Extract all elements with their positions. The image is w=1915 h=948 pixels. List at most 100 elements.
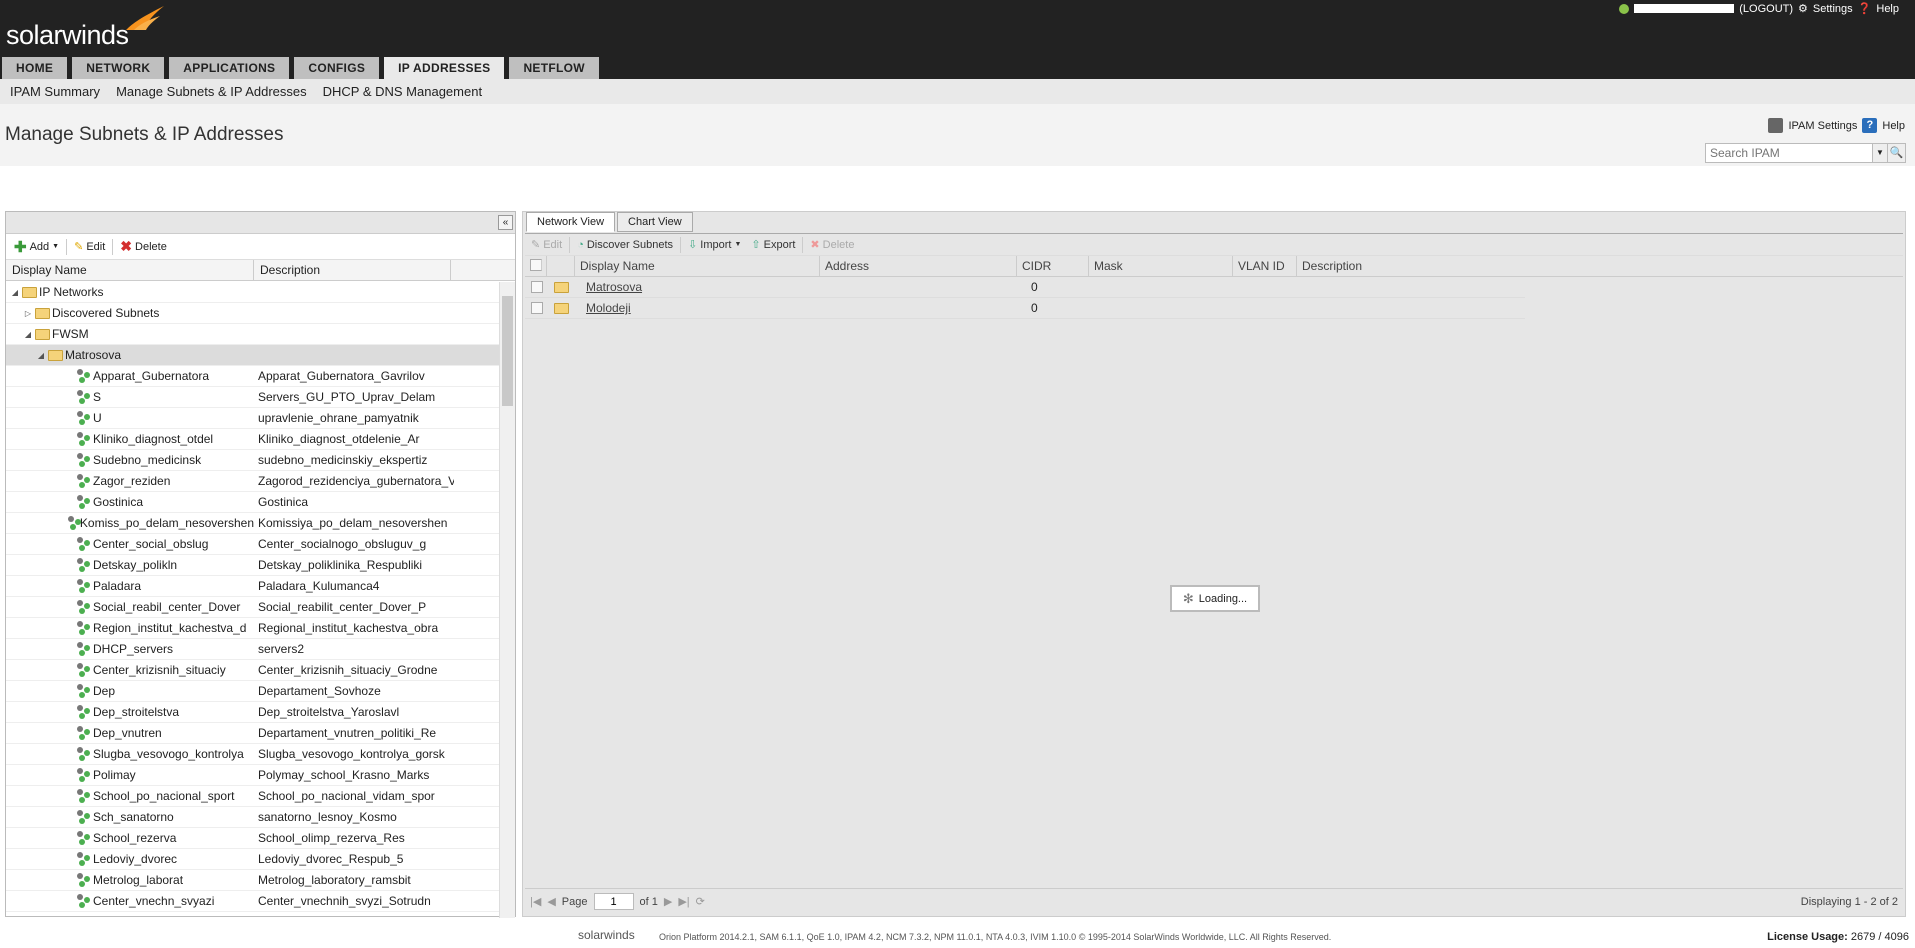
prev-page-icon[interactable]: ◀ (547, 895, 555, 908)
tree-node[interactable]: Komiss_po_delam_nesovershen Komissiya_po_… (6, 513, 501, 534)
pencil-icon: ✎ (74, 241, 84, 253)
row-name-link[interactable]: Molodeji (586, 301, 1031, 315)
tree-node[interactable]: Polimay Polymay_school_Krasno_Marks (6, 765, 501, 786)
tree-node[interactable]: Center_social_obslug Center_socialnogo_ob… (6, 534, 501, 555)
table-row[interactable]: Molodeji 0 (525, 298, 1525, 319)
export-button[interactable]: ⇧ Export (748, 238, 798, 252)
tree-node[interactable]: Sudebno_medicinsk sudebno_medicinskiy_eks… (6, 450, 501, 471)
refresh-icon[interactable]: ⟳ (696, 895, 705, 908)
tree-node[interactable]: Sch_sanatorno sanatorno_lesnoy_Kosmo (6, 807, 501, 828)
add-button[interactable]: ✚ Add ▼ (11, 238, 62, 256)
pencil-icon: ✎ (531, 239, 541, 251)
search-dropdown-icon[interactable]: ▼ (1873, 143, 1888, 163)
tree-node[interactable]: Uupravlenie_ohrane_pamyatnik (6, 408, 501, 429)
logout-link[interactable]: (LOGOUT) (1739, 3, 1793, 15)
table-row[interactable]: Matrosova 0 (525, 277, 1525, 298)
tree-node[interactable]: Metrolog_laborat Metrolog_laboratory_rams… (6, 870, 501, 891)
scrollbar-thumb[interactable] (502, 296, 513, 406)
col-display-name[interactable]: Display Name (6, 260, 254, 280)
delete-button[interactable]: ✖ Delete (117, 238, 170, 255)
page-number-input[interactable] (593, 893, 634, 910)
col-display-name[interactable]: Display Name (575, 256, 820, 276)
tree-node[interactable]: ◢ IP Networks (6, 282, 501, 303)
search-ipam-input[interactable] (1705, 143, 1873, 163)
tree-node[interactable]: Gostinica Gostinica (6, 492, 501, 513)
tree-node-description: Paladara_Kulumanca4 (258, 579, 380, 593)
edit-button[interactable]: ✎ Edit (71, 240, 108, 254)
tree-node-label: Dep_stroitelstva (93, 705, 180, 719)
next-page-icon[interactable]: ▶ (664, 895, 672, 908)
solarwinds-logo[interactable]: solarwinds (6, 20, 129, 51)
tree-node[interactable]: Apparat_Gubernatora Apparat_Gubernatora_G… (6, 366, 501, 387)
tree-node-name-cell: Metrolog_laborat (6, 873, 254, 887)
first-page-icon[interactable]: |◀ (530, 895, 541, 908)
nav-tab-ip-addresses[interactable]: IP ADDRESSES (384, 57, 505, 79)
tree-node[interactable]: Center_krizisnih_situaciy Center_krizisni… (6, 660, 501, 681)
tree-node[interactable]: Social_reabil_center_Dover Social_reabili… (6, 597, 501, 618)
tree-node[interactable]: Dep Departament_Sovhoze (6, 681, 501, 702)
network-view-panel: Network View Chart View ✎ Edit ◔ Discover … (522, 211, 1906, 917)
tree-node[interactable]: School_rezerva School_olimp_rezerva_Res (6, 828, 501, 849)
tree-node[interactable]: Region_institut_kachestva_d Regional_inst… (6, 618, 501, 639)
discover-subnets-button[interactable]: ◔ Discover Subnets (574, 239, 676, 251)
tree-node-label: S (93, 390, 102, 404)
nav-tab-home[interactable]: HOME (2, 57, 68, 79)
subnav-manage-subnets[interactable]: Manage Subnets & IP Addresses (116, 84, 307, 99)
row-checkbox[interactable] (531, 281, 543, 293)
grid-edit-button[interactable]: ✎ Edit (528, 238, 565, 252)
col-description[interactable]: Description (1297, 256, 1507, 276)
nav-tab-applications[interactable]: APPLICATIONS (169, 57, 290, 79)
grid-delete-button[interactable]: ✖ Delete (807, 238, 857, 252)
subnav-ipam-summary[interactable]: IPAM Summary (10, 84, 100, 99)
tab-network-view[interactable]: Network View (526, 212, 616, 232)
collapse-arrow-icon[interactable]: ◢ (23, 330, 33, 339)
row-checkbox[interactable] (531, 302, 543, 314)
search-icon[interactable]: 🔍 (1888, 143, 1906, 163)
select-all-checkbox[interactable] (530, 259, 542, 271)
tree-node-label: Paladara (93, 579, 142, 593)
tree-node[interactable]: School_po_nacional_sport School_po_nacion… (6, 786, 501, 807)
collapse-arrow-icon[interactable]: ◢ (36, 351, 46, 360)
tree-node[interactable]: Slugba_vesovogo_kontrolya Slugba_vesovogo… (6, 744, 501, 765)
collapse-panel-icon[interactable]: « (498, 215, 513, 230)
select-all-cell (525, 256, 547, 276)
folder-icon (554, 302, 569, 314)
tree-node[interactable]: Paladara Paladara_Kulumanca4 (6, 576, 501, 597)
col-vlan-id[interactable]: VLAN ID (1233, 256, 1297, 276)
col-address[interactable]: Address (820, 256, 1017, 276)
tree-node[interactable]: Center_vnechn_svyazi Center_vnechnih_svyz… (6, 891, 501, 912)
collapse-arrow-icon[interactable]: ◢ (10, 288, 20, 297)
ipam-settings-link[interactable]: IPAM Settings (1788, 120, 1857, 132)
nav-tab-configs[interactable]: CONFIGS (294, 57, 380, 79)
col-description[interactable]: Description (254, 260, 451, 280)
tree-node-description: Detskay_poliklinika_Respubliki (258, 558, 423, 572)
col-cidr[interactable]: CIDR (1017, 256, 1089, 276)
tree-node[interactable]: S Servers_GU_PTO_Uprav_Delam (6, 387, 501, 408)
row-name-link[interactable]: Matrosova (586, 280, 1031, 294)
nav-tab-netflow[interactable]: NETFLOW (509, 57, 599, 79)
col-mask[interactable]: Mask (1089, 256, 1233, 276)
tree-node[interactable]: ◢ Matrosova (6, 345, 501, 366)
import-button[interactable]: ⇩ Import ▼ (685, 238, 744, 252)
tab-chart-view[interactable]: Chart View (617, 212, 693, 232)
tree-node[interactable]: Kliniko_diagnost_otdel Kliniko_diagnost_o… (6, 429, 501, 450)
tree-node[interactable]: Zagor_reziden Zagorod_rezidenciya_guberna… (6, 471, 501, 492)
subnav-dhcp-dns[interactable]: DHCP & DNS Management (323, 84, 482, 99)
tree-node[interactable]: ▷ Discovered Subnets (6, 303, 501, 324)
last-page-icon[interactable]: ▶| (678, 895, 689, 908)
tree-node-description: Center_vnechnih_svyzi_Sotrudn (258, 894, 431, 908)
delete-icon: ✖ (120, 238, 133, 254)
tree-scrollbar[interactable] (499, 282, 515, 918)
help-link[interactable]: Help (1876, 3, 1899, 15)
tree-node[interactable]: DHCP_servers servers2 (6, 639, 501, 660)
tree-node[interactable]: Dep_vnutren Departament_vnutren_politiki_… (6, 723, 501, 744)
settings-link[interactable]: Settings (1813, 3, 1853, 15)
tree-node[interactable]: Ledoviy_dvorec Ledoviy_dvorec_Respub_5 (6, 849, 501, 870)
tree-node-name-cell: Komiss_po_delam_nesovershen (6, 516, 254, 530)
nav-tab-network[interactable]: NETWORK (72, 57, 165, 79)
help-link[interactable]: Help (1882, 120, 1905, 132)
expand-arrow-icon[interactable]: ▷ (23, 309, 33, 318)
tree-node[interactable]: Dep_stroitelstva Dep_stroitelstva_Yarosla… (6, 702, 501, 723)
tree-node[interactable]: Detskay_polikln Detskay_poliklinika_Respu… (6, 555, 501, 576)
tree-node[interactable]: ◢ FWSM (6, 324, 501, 345)
